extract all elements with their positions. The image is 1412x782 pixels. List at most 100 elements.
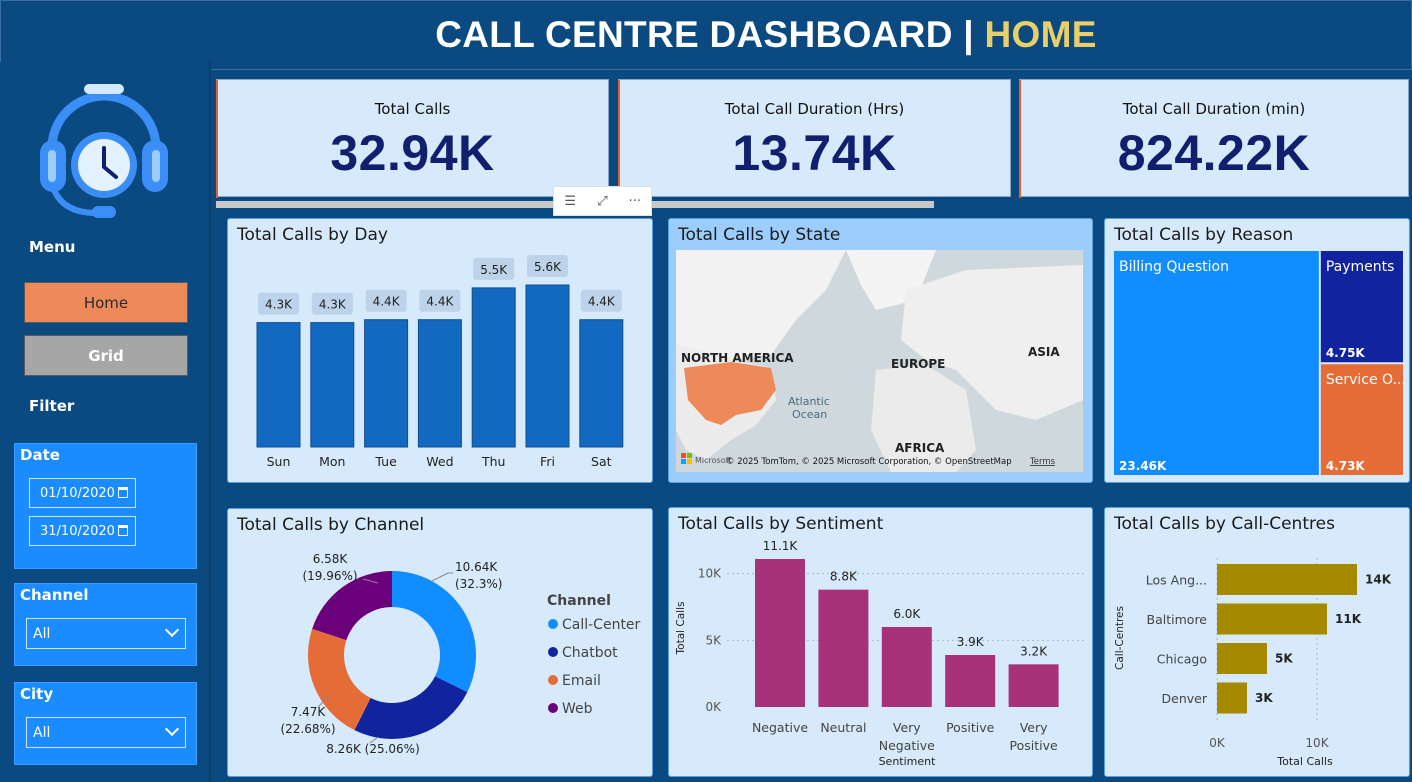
sentiment-chart: Total Calls 0K 5K 10K 11.1K Negative 8.8K Neutr… [675,539,1084,768]
map-label-north-america: NORTH AMERICA [681,351,794,365]
day-bar[interactable] [471,287,516,448]
city-select-value: All [33,724,51,741]
channel-select[interactable]: All [26,618,186,649]
day-tick-label: Thu [481,454,505,469]
map-label-ocean: Ocean [792,408,827,421]
grid-button[interactable]: Grid [24,335,188,376]
kpi-label: Total Calls [374,100,451,118]
sentiment-bar[interactable] [818,589,869,707]
reason-tile[interactable] [1114,251,1319,475]
map-terms-link[interactable]: Terms [1029,457,1056,467]
calendar-icon[interactable] [118,525,128,536]
sentiment-bar[interactable] [755,559,805,707]
sentiment-tick-label: Negative [879,738,935,753]
legend-marker[interactable] [548,619,558,629]
city-filter-label: City [20,685,54,703]
card-calls-by-callcentre: Total Calls by Call-Centres Call-Centres… [1104,507,1410,777]
callcentre-tick-label: Los Ang... [1146,573,1207,588]
date-filter: Date 01/10/2020 31/10/2020 [14,443,197,569]
day-bar[interactable] [525,284,570,448]
reason-treemap: Billing Question 23.46K Payments 4.75K Servi… [1114,251,1406,475]
day-bar[interactable] [256,322,301,448]
day-bar-label: 4.4K [373,295,401,309]
calendar-icon[interactable] [118,487,128,498]
filter-icon[interactable]: ☰ [554,187,586,215]
callcentre-bar[interactable] [1217,603,1327,635]
kpi-value: 13.74K [732,125,897,181]
sentiment-tick-label: Very [1020,720,1048,735]
y-tick-label: 10K [698,567,722,581]
map-label-europe: EUROPE [891,357,945,371]
callcentre-tick-label: Denver [1162,691,1208,706]
headset-clock-icon [40,84,168,218]
legend-item-label[interactable]: Web [562,701,593,717]
callcentre-bar[interactable] [1217,564,1357,595]
city-select[interactable]: All [26,717,186,748]
sentiment-tick-label: Positive [946,720,994,735]
end-date-input[interactable]: 31/10/2020 [29,516,136,546]
card-calls-by-channel: Total Calls by Channel 10.64K (32.3%) 8.26… [227,508,653,777]
menu-title: Menu [29,238,76,256]
legend-marker[interactable] [548,647,558,657]
legend-marker[interactable] [548,675,558,685]
map-attribution[interactable]: © 2025 TomTom, © 2025 Microsoft Corporat… [726,457,1012,467]
day-bar-label: 5.6K [534,260,562,274]
dashboard-header: CALL CENTRE DASHBOARD | HOME [0,0,1412,70]
legend-marker[interactable] [548,703,558,713]
callcentre-bar[interactable] [1217,682,1247,714]
visual-toolbar: ☰ ⤢ ··· [553,186,652,216]
sentiment-tick-label: Very [893,720,921,735]
card-title: Total Calls by State [678,225,841,245]
sentiment-bar-label: 3.9K [957,635,985,649]
day-bar[interactable] [579,319,624,448]
kpi-total-calls: Total Calls 32.94K [216,79,609,198]
sentiment-tick-label: Positive [1010,738,1058,753]
day-bar[interactable] [310,322,355,448]
slice-value-label: 6.58K [313,552,349,566]
end-date-value: 31/10/2020 [40,523,115,539]
map-label-asia: ASIA [1028,345,1060,359]
home-button[interactable]: Home [24,282,188,323]
card-calls-by-reason: Total Calls by Reason Billing Question 23… [1104,218,1410,483]
kpi-label: Total Call Duration (min) [1122,100,1306,118]
x-axis-title: Total Calls [1276,755,1333,768]
channel-slice[interactable] [354,676,468,739]
sentiment-bar[interactable] [945,655,996,707]
day-chart: 4.3K Sun 4.3K Mon 4.4K Tue 4.4K Wed 5.5K Thu 5.6K F… [256,255,624,469]
callcentre-bar-label: 14K [1365,573,1392,587]
card-calls-by-sentiment: Total Calls by Sentiment Total Calls 0K 5K… [668,507,1093,777]
day-bar-label: 4.3K [265,298,293,312]
kpi-label: Total Call Duration (Hrs) [724,100,905,118]
day-tick-label: Fri [540,454,555,469]
kpi-accent [618,80,620,198]
sidebar: Menu Home Grid Filter Date 01/10/2020 31… [0,62,211,782]
map-canvas[interactable]: NORTH AMERICA EUROPE ASIA AFRICA Atlanti… [676,250,1083,472]
city-filter: City All [14,682,197,765]
focus-mode-icon[interactable]: ⤢ [586,187,618,215]
callcentre-bar[interactable] [1217,643,1267,674]
legend-title: Channel [547,593,611,609]
legend-item-label[interactable]: Email [562,673,601,689]
callcentre-tick-label: Baltimore [1147,612,1208,627]
slice-leader-line [431,572,453,582]
more-options-icon[interactable]: ··· [619,187,651,215]
day-tick-label: Mon [319,454,345,469]
callcentre-bar-label: 11K [1335,612,1362,626]
callcentre-chart: Call-Centres 0K 10K 14K Los Ang... 11K Baltimo… [1114,558,1392,768]
sentiment-bar[interactable] [1008,664,1059,707]
card-calls-by-state: Total Calls by State NORTH AMERICA EUROP… [668,218,1093,483]
chevron-down-icon [164,721,180,737]
day-bar[interactable] [417,319,462,448]
kpi-duration-min: Total Call Duration (min) 824.22K [1019,79,1409,198]
day-bar[interactable] [364,319,409,448]
reason-tile-value: 4.73K [1326,459,1366,473]
legend-item-label[interactable]: Chatbot [562,645,618,661]
callcentre-tick-label: Chicago [1157,652,1207,667]
start-date-input[interactable]: 01/10/2020 [29,478,136,508]
world-map: NORTH AMERICA EUROPE ASIA AFRICA Atlanti… [676,250,1083,472]
title-main: CALL CENTRE DASHBOARD | [435,14,985,55]
map-label-africa: AFRICA [895,441,945,455]
sentiment-bar[interactable] [881,627,932,707]
y-axis-title: Call-Centres [1114,606,1126,670]
legend-item-label[interactable]: Call-Center [562,617,641,633]
